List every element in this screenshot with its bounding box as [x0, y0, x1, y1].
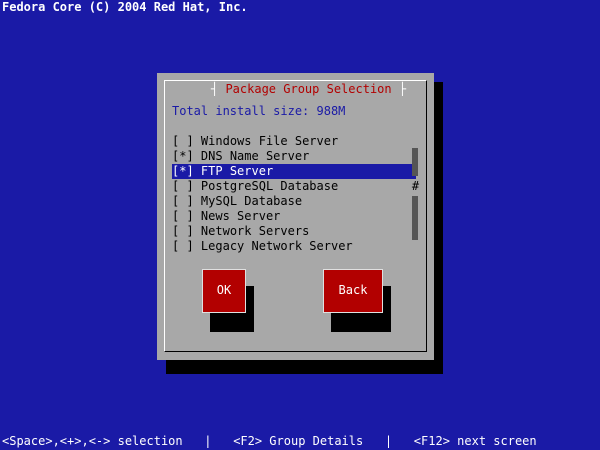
list-item[interactable]: [ ] PostgreSQL Database: [172, 179, 416, 194]
checkbox[interactable]: [ ]: [172, 194, 194, 208]
list-item-label: Legacy Network Server: [200, 239, 353, 253]
package-group-dialog: ┤ Package Group Selection ├ Total instal…: [157, 73, 434, 360]
dialog-title-bar: ┤ Package Group Selection ├: [205, 82, 413, 97]
list-item-label: PostgreSQL Database: [200, 179, 339, 193]
checkbox[interactable]: [ ]: [172, 239, 194, 253]
list-item[interactable]: [ ] Legacy Network Server: [172, 239, 416, 254]
footer-help-line: <Space>,<+>,<-> selection | <F2> Group D…: [2, 434, 537, 448]
checkbox[interactable]: [*]: [172, 164, 194, 178]
list-item-label: DNS Name Server: [200, 149, 310, 163]
header-copyright: Fedora Core (C) 2004 Red Hat, Inc.: [2, 0, 248, 14]
list-item-label: FTP Server: [200, 164, 274, 178]
title-left-bar: ┤: [211, 82, 226, 96]
package-group-list: [ ] Windows File Server [*] DNS Name Ser…: [172, 134, 417, 254]
list-item[interactable]: [*] DNS Name Server: [172, 149, 416, 164]
checkbox[interactable]: [ ]: [172, 179, 194, 193]
checkbox[interactable]: [ ]: [172, 134, 194, 148]
list-item[interactable]: [ ] Network Servers: [172, 224, 416, 239]
scrollbar-track-upper[interactable]: [412, 148, 418, 176]
checkbox[interactable]: [ ]: [172, 224, 194, 238]
scrollbar-track-lower[interactable]: [412, 196, 418, 240]
list-item[interactable]: [ ] MySQL Database: [172, 194, 416, 209]
scrollbar-thumb[interactable]: #: [411, 179, 420, 193]
title-right-bar: ├: [391, 82, 407, 96]
list-item-label: News Server: [200, 209, 281, 223]
list-item-label: MySQL Database: [200, 194, 303, 208]
list-item[interactable]: [ ] News Server: [172, 209, 416, 224]
list-scrollbar[interactable]: #: [412, 148, 419, 240]
list-item-label: Network Servers: [200, 224, 310, 238]
install-size-label: Total install size: 988M: [172, 104, 346, 118]
back-button[interactable]: Back: [323, 269, 383, 313]
dialog-title: Package Group Selection: [225, 82, 392, 96]
list-item-selected[interactable]: [*] FTP Server: [172, 164, 416, 179]
checkbox[interactable]: [ ]: [172, 209, 194, 223]
ok-button[interactable]: OK: [202, 269, 246, 313]
checkbox[interactable]: [*]: [172, 149, 194, 163]
list-item[interactable]: [ ] Windows File Server: [172, 134, 416, 149]
list-item-label: Windows File Server: [200, 134, 339, 148]
